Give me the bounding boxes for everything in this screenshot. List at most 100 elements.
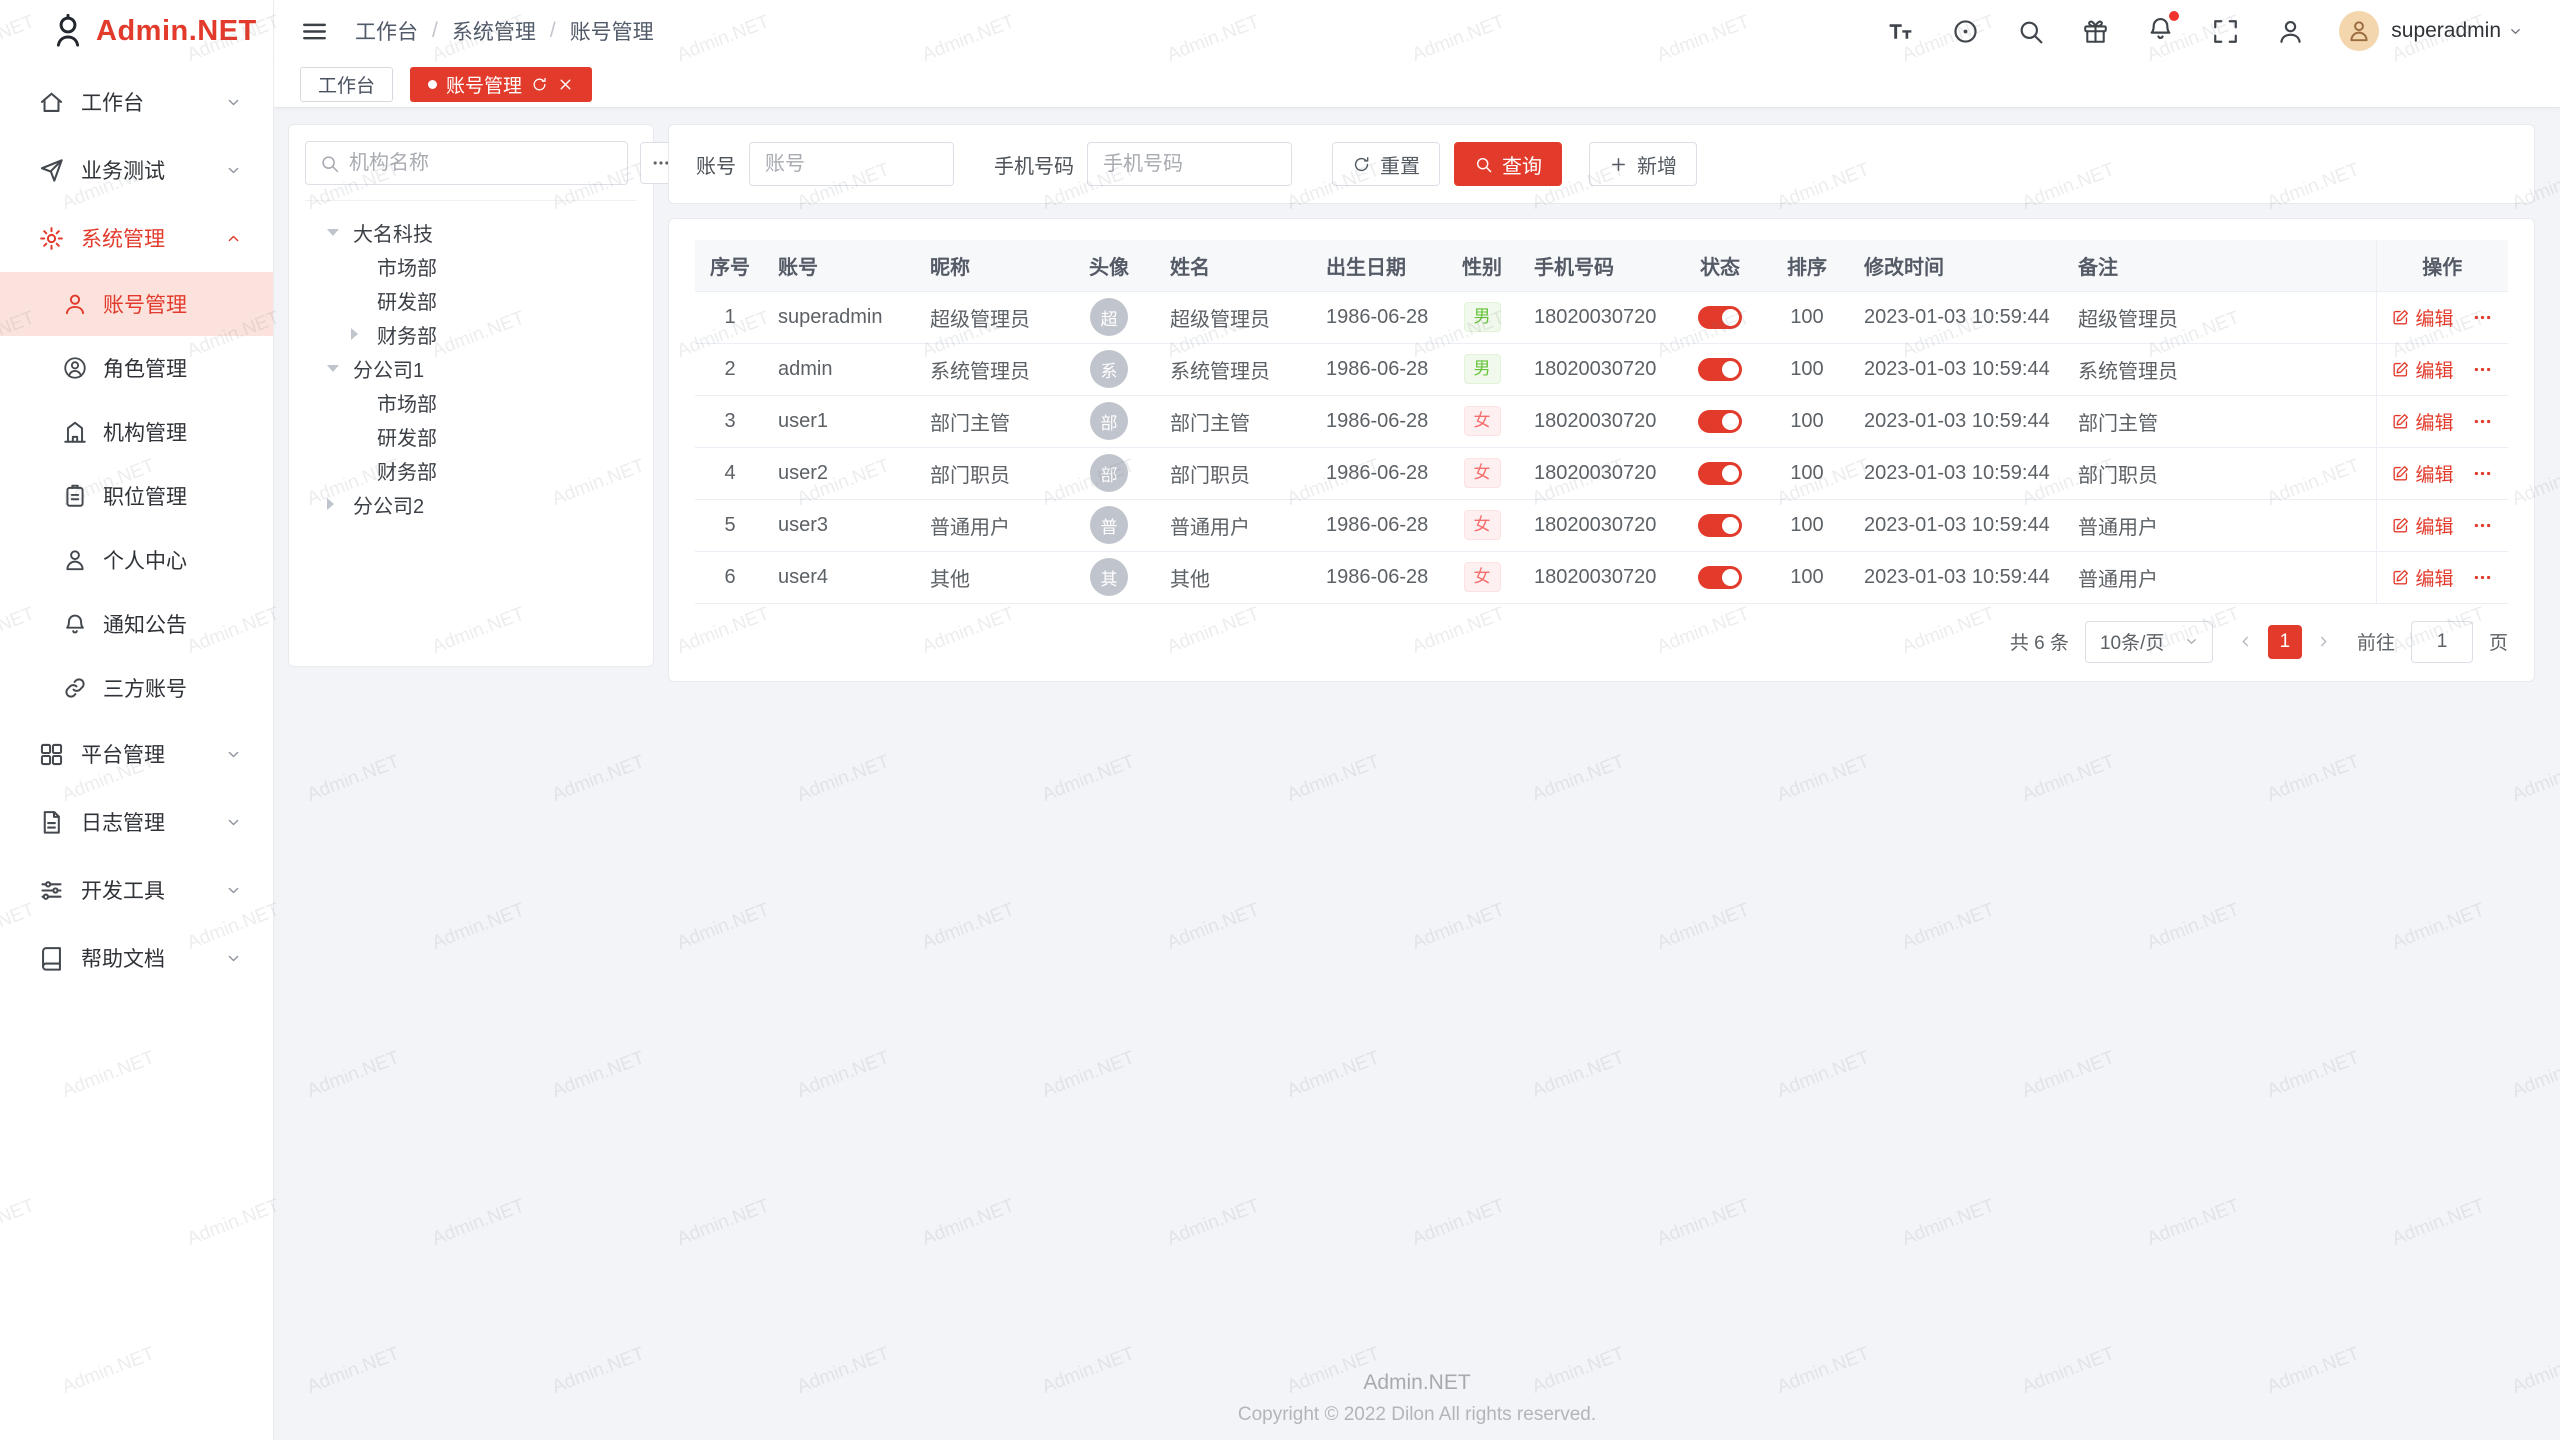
sidebar-item-log-mgmt[interactable]: 日志管理 xyxy=(0,788,273,856)
reset-label: 重置 xyxy=(1380,150,1420,179)
page-buttons: 1 xyxy=(2229,625,2341,659)
prev-page-button[interactable] xyxy=(2229,625,2263,659)
close-icon[interactable] xyxy=(557,76,574,93)
sidebar-item-business-test[interactable]: 业务测试 xyxy=(0,136,273,204)
edit-button[interactable]: 编辑 xyxy=(2391,460,2453,487)
refresh-icon[interactable] xyxy=(531,76,548,93)
table-row[interactable]: 6 user4 其他 其 其他 1986-06-28 女 18020030720… xyxy=(695,551,2508,603)
cell-index: 4 xyxy=(724,462,735,484)
breadcrumb-item[interactable]: 系统管理 xyxy=(452,16,536,46)
edit-button[interactable]: 编辑 xyxy=(2391,512,2453,539)
edit-button[interactable]: 编辑 xyxy=(2391,408,2453,435)
breadcrumb-item[interactable]: 工作台 xyxy=(355,16,418,46)
status-toggle[interactable] xyxy=(1698,514,1742,537)
reset-button[interactable]: 重置 xyxy=(1332,142,1440,186)
table-row[interactable]: 2 admin 系统管理员 系 系统管理员 1986-06-28 男 18020… xyxy=(695,343,2508,395)
edit-button[interactable]: 编辑 xyxy=(2391,564,2453,591)
account-mgmt-section: 账号 手机号码 重置 查询 新增 xyxy=(668,124,2535,682)
breadcrumb-item[interactable]: 账号管理 xyxy=(570,16,654,46)
next-page-button[interactable] xyxy=(2307,625,2341,659)
cell-account: user4 xyxy=(778,566,828,588)
badge-icon xyxy=(62,483,88,509)
phone-filter-input[interactable] xyxy=(1087,142,1292,186)
cell-remark: 普通用户 xyxy=(2078,569,2158,591)
caret-right-icon[interactable] xyxy=(327,498,353,510)
status-toggle[interactable] xyxy=(1698,566,1742,589)
caret-right-icon[interactable] xyxy=(351,328,377,340)
org-tree-panel: 大名科技 市场部 研发部 财务部 xyxy=(288,124,654,667)
edit-button[interactable]: 编辑 xyxy=(2391,356,2453,383)
sidebar-item-label: 日志管理 xyxy=(81,807,165,837)
tree-node[interactable]: 财务部 xyxy=(305,317,637,351)
org-search-input[interactable] xyxy=(349,152,614,175)
sidebar-item-workbench[interactable]: 工作台 xyxy=(0,68,273,136)
row-more-button[interactable] xyxy=(2472,463,2493,484)
username[interactable]: superadmin xyxy=(2391,19,2501,43)
user-avatar[interactable] xyxy=(2339,11,2379,51)
user-settings-icon[interactable] xyxy=(2276,17,2305,46)
tree-node[interactable]: 研发部 xyxy=(305,419,637,453)
sidebar-subitem-personal-center[interactable]: 个人中心 xyxy=(0,528,273,592)
sidebar-subitem-org-mgmt[interactable]: 机构管理 xyxy=(0,400,273,464)
tree-node-label: 市场部 xyxy=(377,252,437,281)
account-filter-input[interactable] xyxy=(749,142,954,186)
tab-account-mgmt[interactable]: 账号管理 xyxy=(410,67,592,102)
edit-label: 编辑 xyxy=(2415,460,2453,487)
status-toggle[interactable] xyxy=(1698,306,1742,329)
status-toggle[interactable] xyxy=(1698,462,1742,485)
sidebar-item-system-mgmt[interactable]: 系统管理 xyxy=(0,204,273,272)
gender-badge: 女 xyxy=(1464,510,1501,540)
chevron-down-icon[interactable] xyxy=(2507,23,2524,40)
tree-node[interactable]: 市场部 xyxy=(305,249,637,283)
tree-node[interactable]: 研发部 xyxy=(305,283,637,317)
row-more-button[interactable] xyxy=(2472,411,2493,432)
chevron-down-icon xyxy=(224,161,243,180)
sidebar-subitem-third-party[interactable]: 三方账号 xyxy=(0,656,273,720)
caret-down-icon[interactable] xyxy=(327,365,353,372)
hamburger-menu-icon[interactable] xyxy=(300,17,329,46)
font-size-icon[interactable] xyxy=(1886,17,1915,46)
sidebar-subitem-role-mgmt[interactable]: 角色管理 xyxy=(0,336,273,400)
goto-page-input[interactable] xyxy=(2411,621,2473,663)
sidebar-subitem-position-mgmt[interactable]: 职位管理 xyxy=(0,464,273,528)
system-mgmt-submenu: 账号管理 角色管理 机构管理 职位管理 个人中心 xyxy=(0,272,273,720)
search-button[interactable]: 查询 xyxy=(1454,142,1562,186)
add-button[interactable]: 新增 xyxy=(1589,142,1697,186)
row-more-button[interactable] xyxy=(2472,307,2493,328)
cell-sort: 100 xyxy=(1790,358,1823,380)
logo[interactable]: Admin.NET xyxy=(0,0,273,62)
page-number-button[interactable]: 1 xyxy=(2268,625,2302,659)
row-more-button[interactable] xyxy=(2472,567,2493,588)
tab-workbench[interactable]: 工作台 xyxy=(300,67,393,102)
table-row[interactable]: 1 superadmin 超级管理员 超 超级管理员 1986-06-28 男 … xyxy=(695,291,2508,343)
caret-down-icon[interactable] xyxy=(327,229,353,236)
sidebar-item-dev-tools[interactable]: 开发工具 xyxy=(0,856,273,924)
component-size-icon[interactable] xyxy=(1951,17,1980,46)
row-more-button[interactable] xyxy=(2472,359,2493,380)
accounts-table-panel: 序号 账号 昵称 头像 姓名 出生日期 性别 手机号码 状态 排序 修改时间 xyxy=(668,218,2535,682)
sidebar-subitem-account-mgmt[interactable]: 账号管理 xyxy=(0,272,273,336)
sidebar-subitem-notice[interactable]: 通知公告 xyxy=(0,592,273,656)
cell-account: admin xyxy=(778,358,832,380)
table-row[interactable]: 3 user1 部门主管 部 部门主管 1986-06-28 女 1802003… xyxy=(695,395,2508,447)
notification-button[interactable] xyxy=(2146,14,2175,48)
tree-node[interactable]: 分公司2 xyxy=(305,487,637,521)
table-row[interactable]: 4 user2 部门职员 部 部门职员 1986-06-28 女 1802003… xyxy=(695,447,2508,499)
footer-brand: Admin.NET xyxy=(274,1371,2560,1395)
status-toggle[interactable] xyxy=(1698,410,1742,433)
sidebar-item-platform-mgmt[interactable]: 平台管理 xyxy=(0,720,273,788)
sidebar-item-help-docs[interactable]: 帮助文档 xyxy=(0,924,273,992)
tree-node[interactable]: 分公司1 xyxy=(305,351,637,385)
theme-icon[interactable] xyxy=(2081,17,2110,46)
search-icon[interactable] xyxy=(2016,17,2045,46)
table-row[interactable]: 5 user3 普通用户 普 普通用户 1986-06-28 女 1802003… xyxy=(695,499,2508,551)
status-toggle[interactable] xyxy=(1698,358,1742,381)
cell-modified-time: 2023-01-03 10:59:44 xyxy=(1864,358,2050,380)
row-more-button[interactable] xyxy=(2472,515,2493,536)
tree-node[interactable]: 市场部 xyxy=(305,385,637,419)
page-size-select[interactable]: 10条/页 xyxy=(2085,621,2213,663)
edit-button[interactable]: 编辑 xyxy=(2391,304,2453,331)
tree-node[interactable]: 大名科技 xyxy=(305,215,637,249)
tree-node[interactable]: 财务部 xyxy=(305,453,637,487)
fullscreen-icon[interactable] xyxy=(2211,17,2240,46)
